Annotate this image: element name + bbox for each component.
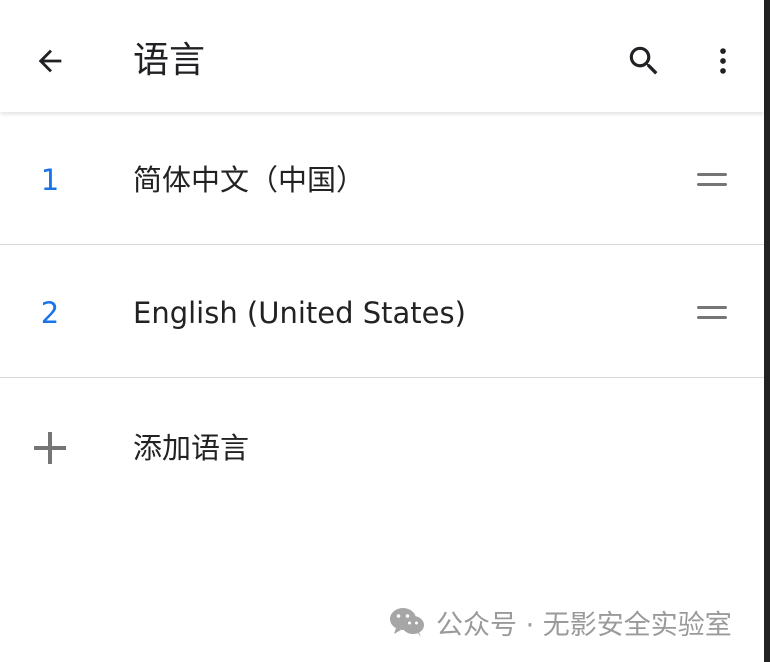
add-language-label: 添加语言 bbox=[133, 431, 250, 465]
language-label: 简体中文（中国） bbox=[133, 163, 366, 197]
back-button[interactable] bbox=[22, 33, 78, 89]
language-list: 1 简体中文（中国） 2 English (United States) bbox=[0, 112, 764, 378]
arrow-left-icon bbox=[38, 49, 62, 73]
drag-handle-icon[interactable] bbox=[690, 165, 734, 195]
screen-right-edge bbox=[764, 0, 770, 662]
wechat-icon bbox=[390, 608, 424, 637]
plus-icon bbox=[34, 432, 66, 464]
add-language-row[interactable]: 添加语言 bbox=[0, 380, 764, 516]
language-rank: 2 bbox=[40, 296, 60, 330]
more-vertical-icon bbox=[720, 48, 726, 74]
language-row-1[interactable]: 1 简体中文（中国） bbox=[0, 112, 764, 245]
top-app-bar: 语言 bbox=[0, 0, 764, 112]
drag-handle-icon[interactable] bbox=[690, 298, 734, 328]
page-title: 语言 bbox=[133, 40, 206, 81]
language-settings-screen: 语言 1 简体中文（中国） 2 English (United States) … bbox=[0, 0, 764, 662]
search-icon bbox=[629, 46, 658, 75]
language-label: English (United States) bbox=[133, 296, 466, 330]
language-rank: 1 bbox=[40, 163, 60, 197]
search-button[interactable] bbox=[616, 33, 672, 89]
wechat-watermark: 公众号 · 无影安全实验室 bbox=[388, 602, 748, 642]
more-options-button[interactable] bbox=[695, 33, 751, 89]
language-row-2[interactable]: 2 English (United States) bbox=[0, 245, 764, 378]
watermark-text: 公众号 · 无影安全实验室 bbox=[436, 609, 732, 641]
